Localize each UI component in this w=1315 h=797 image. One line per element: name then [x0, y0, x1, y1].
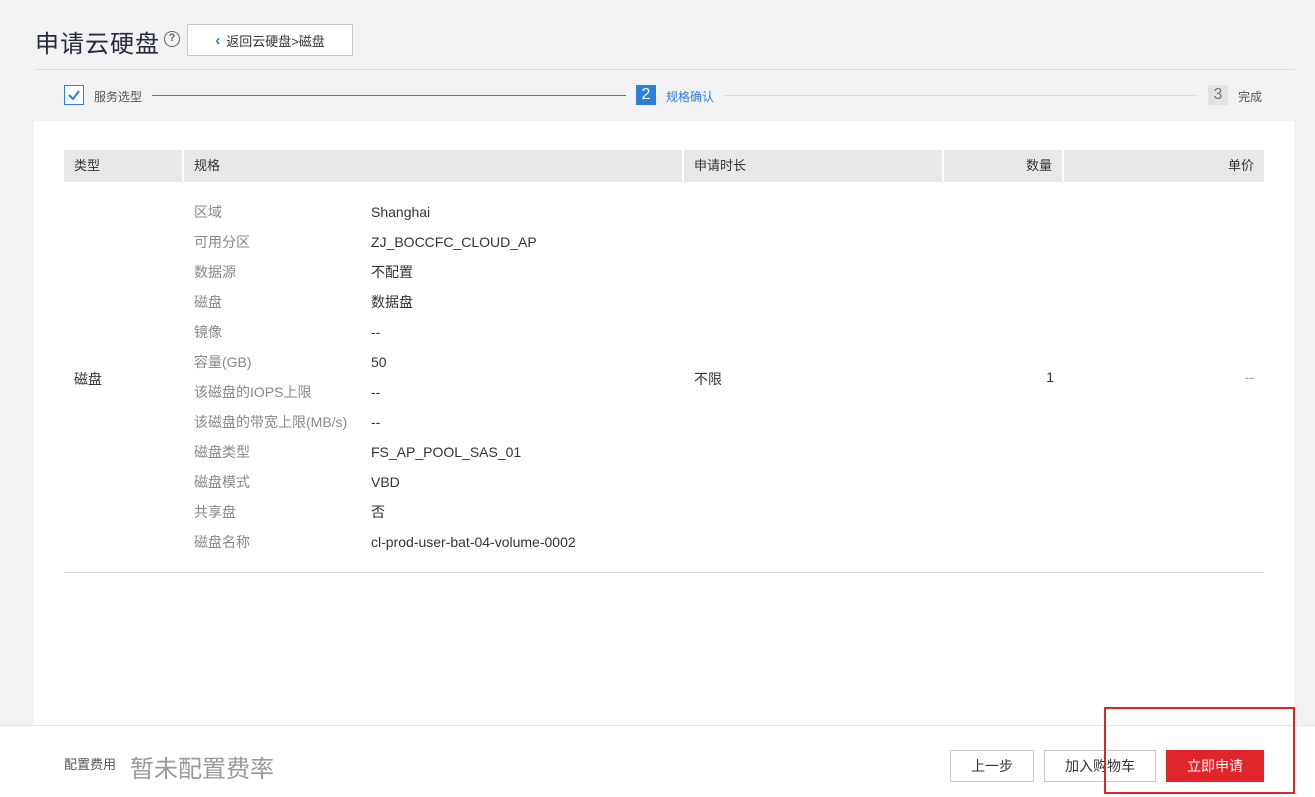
- header-divider: [35, 69, 1295, 70]
- spec-value: --: [371, 414, 381, 430]
- page-header: 申请云硬盘 ? ‹ 返回云硬盘>磁盘: [0, 0, 1315, 70]
- spec-item: 磁盘 数据盘: [194, 287, 684, 317]
- spec-value: --: [371, 324, 381, 340]
- column-header-quantity: 数量: [944, 150, 1064, 182]
- spec-key: 磁盘模式: [194, 474, 250, 490]
- fee-value: 暂未配置费率: [130, 756, 274, 783]
- spec-value: VBD: [371, 474, 400, 490]
- spec-item: 区域 Shanghai: [194, 197, 684, 227]
- step-connector-1: [152, 95, 626, 96]
- step-2-number: 2: [636, 85, 656, 105]
- back-button-label: 返回云硬盘>磁盘: [226, 33, 325, 49]
- spec-value: Shanghai: [371, 204, 431, 220]
- spec-item: 该磁盘的IOPS上限 --: [194, 377, 684, 407]
- spec-value: cl-prod-user-bat-04-volume-0002: [371, 534, 576, 550]
- spec-item: 数据源 不配置: [194, 257, 684, 287]
- step-2-label: 规格确认: [666, 90, 715, 104]
- spec-key: 磁盘类型: [194, 444, 250, 460]
- spec-value: --: [371, 384, 381, 400]
- fee-label: 配置费用: [64, 757, 117, 772]
- step-1-label: 服务选型: [94, 90, 143, 104]
- spec-item: 共享盘 否: [194, 497, 684, 527]
- spec-item: 磁盘类型 FS_AP_POOL_SAS_01: [194, 437, 684, 467]
- column-header-price: 单价: [1064, 150, 1264, 182]
- cell-duration: 不限: [694, 371, 722, 387]
- spec-key: 区域: [194, 204, 222, 220]
- step-connector-2: [724, 95, 1198, 96]
- column-header-type: 类型: [64, 150, 184, 182]
- spec-value: 否: [371, 504, 385, 520]
- spec-value: 数据盘: [371, 294, 413, 310]
- spec-value: 50: [371, 354, 387, 370]
- spec-key: 镜像: [194, 324, 222, 340]
- spec-key: 磁盘: [194, 294, 222, 310]
- progress-steps: 服务选型 2 规格确认 3 完成: [0, 80, 1315, 112]
- spec-value: ZJ_BOCCFC_CLOUD_AP: [371, 234, 537, 250]
- spec-confirm-panel: 类型 规格 申请时长 数量 单价 磁盘 区域 Shanghai 可用分区 ZJ_BO…: [34, 121, 1294, 725]
- previous-step-button[interactable]: 上一步: [950, 750, 1034, 782]
- spec-value: 不配置: [371, 264, 413, 280]
- spec-key: 该磁盘的带宽上限(MB/s): [194, 414, 348, 430]
- spec-item: 磁盘模式 VBD: [194, 467, 684, 497]
- spec-item: 磁盘名称 cl-prod-user-bat-04-volume-0002: [194, 527, 684, 557]
- spec-item: 容量(GB) 50: [194, 347, 684, 377]
- page-title: 申请云硬盘: [35, 31, 160, 58]
- step-3-number: 3: [1208, 85, 1228, 105]
- column-header-duration: 申请时长: [684, 150, 944, 182]
- table-row: 磁盘 区域 Shanghai 可用分区 ZJ_BOCCFC_CLOUD_AP 数据源…: [64, 182, 1264, 573]
- spec-value: FS_AP_POOL_SAS_01: [371, 444, 522, 460]
- spec-key: 磁盘名称: [194, 534, 250, 550]
- cell-quantity: 1: [1046, 369, 1054, 385]
- cell-price: --: [1244, 369, 1254, 385]
- spec-item: 该磁盘的带宽上限(MB/s) --: [194, 407, 684, 437]
- spec-item: 可用分区 ZJ_BOCCFC_CLOUD_AP: [194, 227, 684, 257]
- spec-item: 镜像 --: [194, 317, 684, 347]
- step-3-label: 完成: [1238, 90, 1263, 104]
- spec-key: 共享盘: [194, 504, 236, 520]
- highlight-annotation-box: [1104, 707, 1295, 794]
- table-header: 类型 规格 申请时长 数量 单价: [64, 150, 1264, 182]
- chevron-left-icon: ‹: [215, 31, 221, 49]
- spec-key: 该磁盘的IOPS上限: [194, 384, 312, 400]
- step-1-check-icon: [64, 85, 84, 105]
- back-to-disk-button[interactable]: ‹ 返回云硬盘>磁盘: [187, 24, 353, 56]
- column-header-spec: 规格: [184, 150, 684, 182]
- spec-key: 可用分区: [194, 234, 250, 250]
- spec-key: 数据源: [194, 264, 236, 280]
- help-icon[interactable]: ?: [164, 31, 180, 47]
- spec-key: 容量(GB): [194, 354, 252, 370]
- spec-list: 区域 Shanghai 可用分区 ZJ_BOCCFC_CLOUD_AP 数据源 不配置…: [194, 197, 684, 557]
- cell-type: 磁盘: [74, 371, 102, 387]
